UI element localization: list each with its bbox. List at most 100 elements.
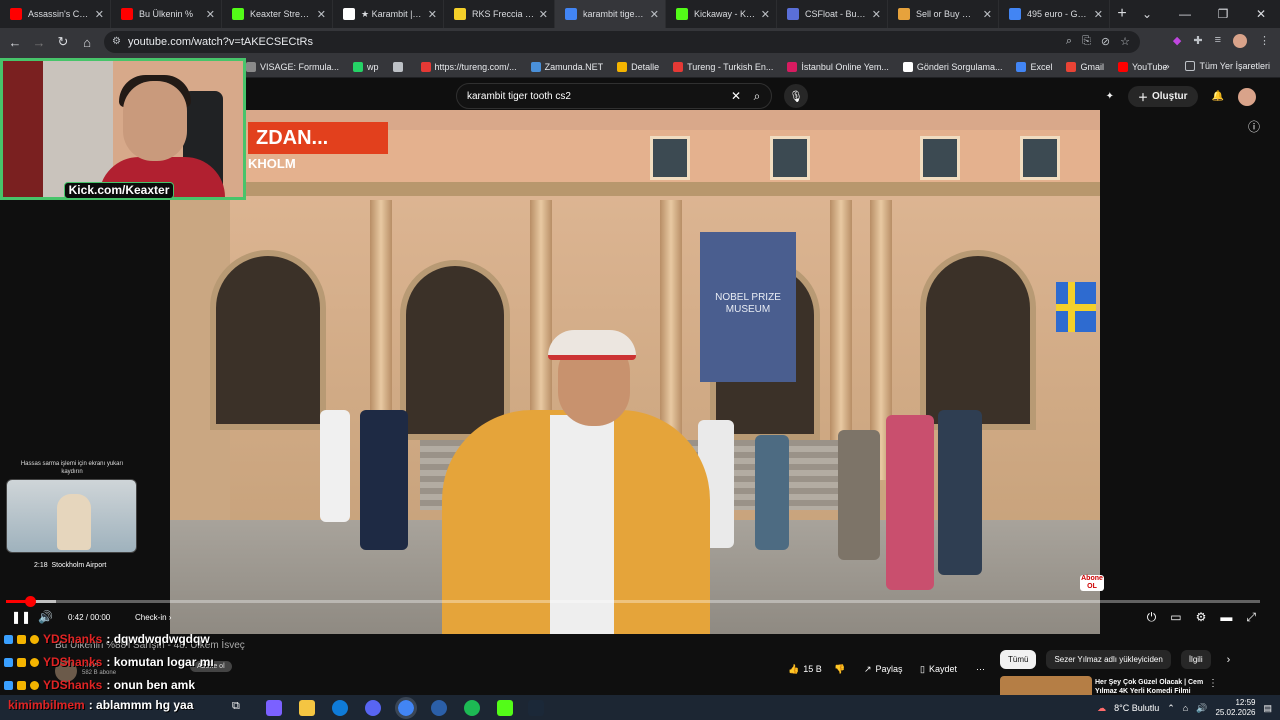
- forward-button[interactable]: →: [27, 35, 51, 50]
- zoom-icon[interactable]: ⌕: [1066, 35, 1072, 48]
- tab-search-icon[interactable]: ⌄: [1128, 7, 1166, 21]
- bookmark-item[interactable]: Tureng - Turkish En...: [673, 61, 773, 72]
- browser-tab[interactable]: RKS Freccia 150 ✕: [444, 0, 555, 28]
- microphone-icon[interactable]: 🎙: [784, 84, 808, 108]
- fullscreen-icon[interactable]: ⤢: [1246, 610, 1256, 625]
- edge-icon[interactable]: [332, 700, 348, 716]
- progress-scrubber[interactable]: [24, 596, 36, 607]
- browser-tab[interactable]: Bu Ülkenin % ✕: [111, 0, 222, 28]
- tab-close-icon[interactable]: ✕: [428, 8, 437, 21]
- back-button[interactable]: ←: [3, 35, 27, 50]
- recommended-title[interactable]: Her Şey Çok Güzel Olacak | Cem Yılmaz 4K…: [1095, 678, 1205, 696]
- settings-gear-icon[interactable]: ⚙: [1196, 610, 1207, 625]
- dislike-button[interactable]: 👎: [834, 658, 845, 680]
- more-actions-button[interactable]: ⋯: [976, 658, 985, 680]
- url-field[interactable]: ⚙ youtube.com/watch?v=tAKECSECtRs ⌕ ⎘ ⊘ …: [104, 31, 1140, 53]
- network-icon[interactable]: ⌂: [1183, 703, 1188, 713]
- tab-close-icon[interactable]: ✕: [317, 8, 326, 21]
- tab-close-icon[interactable]: ✕: [872, 8, 881, 21]
- home-button[interactable]: ⌂: [75, 35, 99, 50]
- tab-close-icon[interactable]: ✕: [1094, 8, 1103, 21]
- browser-tab[interactable]: 495 euro - Googl ✕: [999, 0, 1110, 28]
- app-icon[interactable]: [431, 700, 447, 716]
- browser-tab[interactable]: Assassin's Creed ✕: [0, 0, 111, 28]
- rec-menu-icon[interactable]: ⋮: [1208, 678, 1218, 689]
- bookmark-item[interactable]: wp: [353, 61, 379, 72]
- search-input[interactable]: karambit tiger tooth cs2: [467, 91, 571, 102]
- speaker-icon[interactable]: 🔊: [1196, 703, 1207, 714]
- subtitles-icon[interactable]: ▭: [1170, 610, 1181, 625]
- minimize-button[interactable]: —: [1166, 7, 1204, 21]
- restore-button[interactable]: ❐: [1204, 7, 1242, 21]
- browser-tab[interactable]: karambit tiger to ✕: [555, 0, 666, 28]
- tray-chevron-icon[interactable]: ⌃: [1167, 703, 1175, 714]
- notification-center-icon[interactable]: ▤: [1263, 703, 1272, 714]
- info-icon[interactable]: ⓘ: [1248, 118, 1260, 135]
- save-button[interactable]: ▯ Kaydet: [920, 658, 957, 680]
- weather-text[interactable]: 8°C Bulutlu: [1114, 703, 1159, 713]
- bookmark-item[interactable]: Detalle: [617, 61, 659, 72]
- tab-close-icon[interactable]: ✕: [206, 8, 215, 21]
- search-box[interactable]: karambit tiger tooth cs2 ✕ ⌕: [456, 83, 772, 109]
- theater-mode-icon[interactable]: ▬: [1220, 610, 1232, 625]
- bookmark-item[interactable]: İstanbul Online Yem...: [787, 61, 889, 72]
- create-button[interactable]: ＋ Oluştur: [1127, 86, 1198, 107]
- bookmark-item[interactable]: Gönderi Sorgulama...: [902, 61, 1002, 72]
- menu-icon[interactable]: ⋮: [1259, 34, 1270, 48]
- browser-tab[interactable]: Kickaway - Kick C ✕: [666, 0, 777, 28]
- bookmark-item[interactable]: https://tureng.com/...: [420, 61, 517, 72]
- bookmark-item[interactable]: Excel: [1016, 61, 1052, 72]
- autoplay-toggle-icon[interactable]: ⏻: [1147, 610, 1157, 625]
- all-bookmarks[interactable]: Tüm Yer İşaretleri: [1185, 61, 1270, 71]
- browser-tab[interactable]: Keaxter Stream - ✕: [222, 0, 333, 28]
- chip-all[interactable]: Tümü: [1000, 650, 1037, 669]
- bookmark-item[interactable]: Zamunda.NET: [530, 61, 603, 72]
- tab-close-icon[interactable]: ✕: [650, 8, 659, 21]
- browser-tab[interactable]: CSFloat - Buy & S ✕: [777, 0, 888, 28]
- end-screen-thumbnail[interactable]: [6, 479, 137, 553]
- tab-groups-icon[interactable]: ≡: [1215, 34, 1221, 48]
- tab-close-icon[interactable]: ✕: [761, 8, 770, 21]
- account-avatar[interactable]: [1238, 87, 1256, 106]
- progress-bar[interactable]: [6, 596, 1260, 607]
- chip-related[interactable]: İlgili: [1180, 650, 1211, 669]
- profile-avatar[interactable]: [1233, 34, 1247, 48]
- copilot-icon[interactable]: [266, 700, 282, 716]
- weather-icon[interactable]: ☁: [1097, 703, 1106, 714]
- clock[interactable]: 12:59 25.02.2026: [1215, 698, 1255, 718]
- chapter-title[interactable]: Check-in ›: [135, 613, 171, 622]
- tab-close-icon[interactable]: ✕: [95, 8, 104, 21]
- close-window-button[interactable]: ✕: [1242, 7, 1280, 21]
- bookmark-item[interactable]: [392, 61, 407, 72]
- tab-close-icon[interactable]: ✕: [983, 8, 992, 21]
- task-view-icon[interactable]: ⧉: [232, 700, 248, 716]
- steam-icon[interactable]: [528, 700, 544, 716]
- chip-uploader[interactable]: Sezer Yılmaz adlı yükleyiciden: [1046, 650, 1171, 669]
- cast-icon[interactable]: ✦: [1106, 91, 1114, 102]
- subscribe-watermark[interactable]: Abone OL: [1080, 575, 1104, 591]
- puzzle-icon[interactable]: ✚: [1193, 34, 1202, 48]
- browser-tab[interactable]: ★ Karambit | Urb ✕: [333, 0, 444, 28]
- pause-icon[interactable]: ❚❚: [11, 610, 31, 624]
- kick-icon[interactable]: [497, 700, 513, 716]
- tab-close-icon[interactable]: ✕: [539, 8, 548, 21]
- video-player[interactable]: NOBEL PRIZE MUSEUM ZDAN... KHOLM: [170, 110, 1100, 634]
- bookmark-item[interactable]: Gmail: [1066, 61, 1104, 72]
- chevron-right-icon[interactable]: ›: [1227, 654, 1231, 666]
- browser-tab[interactable]: Sell or Buy ★ Hu ✕: [888, 0, 999, 28]
- share-button[interactable]: ↗ Paylaş: [864, 658, 903, 680]
- eye-off-icon[interactable]: ⊘: [1101, 35, 1110, 48]
- chrome-icon[interactable]: [395, 697, 417, 719]
- reload-button[interactable]: ↻: [51, 34, 75, 50]
- bookmark-item[interactable]: YouTube: [1117, 61, 1167, 72]
- bookmarks-more[interactable]: »: [1164, 61, 1169, 71]
- clear-search-icon[interactable]: ✕: [731, 89, 741, 103]
- like-button[interactable]: 👍 15 B: [788, 658, 822, 680]
- spotify-icon[interactable]: [464, 700, 480, 716]
- notifications-bell-icon[interactable]: 🔔: [1212, 91, 1224, 102]
- bookmark-star-icon[interactable]: ☆: [1120, 35, 1130, 48]
- install-icon[interactable]: ⎘: [1082, 35, 1091, 48]
- file-explorer-icon[interactable]: [299, 700, 315, 716]
- discord-icon[interactable]: [365, 700, 381, 716]
- site-info-icon[interactable]: ⚙: [112, 36, 121, 47]
